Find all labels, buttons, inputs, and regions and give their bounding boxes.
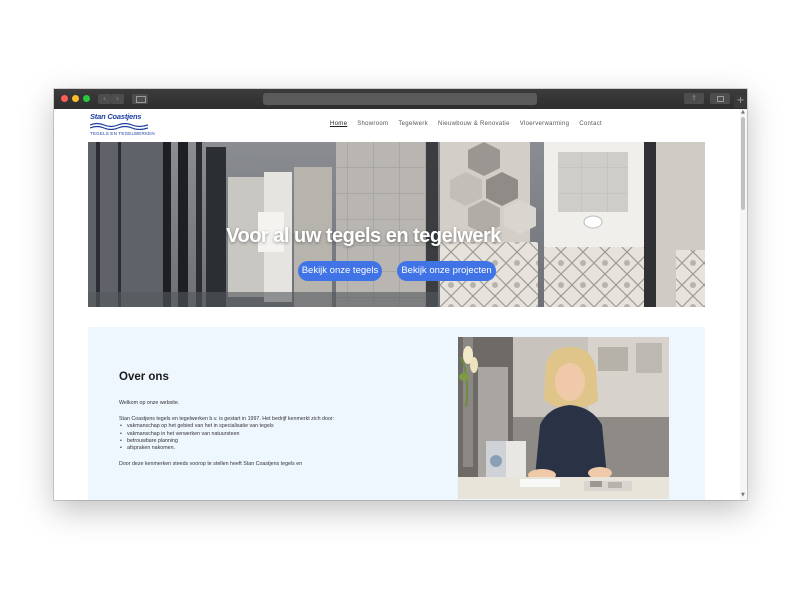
nav-item-showroom[interactable]: Showroom	[357, 121, 388, 127]
hero-title: Voor al uw tegels en tegelwerk	[226, 225, 501, 247]
nav-item-nieuwbouw-renovatie[interactable]: Nieuwbouw & Renovatie	[438, 121, 510, 127]
scroll-up-icon[interactable]: ▲	[741, 109, 745, 115]
list-item: vakmanschap in het verwerken van natuurs…	[119, 431, 339, 438]
about-intro: Welkom op onze website.	[119, 400, 180, 406]
nav-item-vloerverwarming[interactable]: Vloerverwarming	[520, 121, 570, 127]
about-paragraph: Stan Coastjens tegels en tegelwerken b.v…	[119, 416, 335, 423]
close-window-button[interactable]	[61, 95, 68, 102]
view-tiles-button[interactable]: Bekijk onze tegels	[298, 261, 382, 281]
view-projects-button[interactable]: Bekijk onze projecten	[397, 261, 496, 281]
scroll-down-icon[interactable]: ▼	[741, 492, 745, 498]
about-list: vakmanschap op het gebied van het in spe…	[119, 423, 339, 452]
zoom-window-button[interactable]	[83, 95, 90, 102]
owner-photo	[458, 337, 669, 499]
logo-name: Stan Coastjens	[90, 112, 142, 121]
logo-tagline: TEGELS EN TEGELWERKEN	[90, 131, 155, 136]
web-page: Stan Coastjens TEGELS EN TEGELWERKEN Hom…	[54, 109, 740, 500]
list-item: afspraken nakomen.	[119, 445, 339, 452]
logo-wave-icon	[90, 122, 148, 130]
browser-window: ‹ › ⇪ + Stan Coastjens TEGELS EN TEGELWE…	[54, 89, 747, 500]
main-navigation: Home Showroom Tegelwerk Nieuwbouw & Reno…	[330, 121, 612, 127]
browser-toolbar: ‹ › ⇪ +	[54, 89, 747, 109]
list-item: betrouwbare planning	[119, 438, 339, 445]
hero-banner: Voor al uw tegels en tegelwerk Bekijk on…	[88, 142, 705, 307]
list-item: vakmanschap op het gebied van het in spe…	[119, 423, 339, 430]
forward-arrow-icon[interactable]: ›	[111, 94, 124, 104]
nav-item-contact[interactable]: Contact	[579, 121, 602, 127]
sidebar-toggle-icon[interactable]	[132, 94, 148, 104]
share-icon[interactable]: ⇪	[684, 93, 704, 104]
scrollbar-thumb[interactable]	[741, 117, 745, 210]
about-closing: Door deze kenmerken steeds voorop te ste…	[119, 461, 303, 468]
minimize-window-button[interactable]	[72, 95, 79, 102]
nav-item-home[interactable]: Home	[330, 121, 347, 127]
address-bar[interactable]	[263, 93, 537, 105]
page-scrollbar[interactable]: ▲ ▼	[740, 109, 747, 500]
new-tab-icon[interactable]: +	[734, 95, 747, 108]
nav-item-tegelwerk[interactable]: Tegelwerk	[398, 121, 428, 127]
tab-overview-icon[interactable]	[710, 93, 730, 104]
about-heading: Over ons	[119, 371, 169, 383]
back-arrow-icon[interactable]: ‹	[98, 94, 111, 104]
about-section: Over ons Welkom op onze website. Stan Co…	[88, 327, 705, 500]
about-text: Welkom op onze website. Stan Coastjens t…	[119, 400, 339, 468]
site-logo[interactable]: Stan Coastjens TEGELS EN TEGELWERKEN	[88, 112, 155, 138]
